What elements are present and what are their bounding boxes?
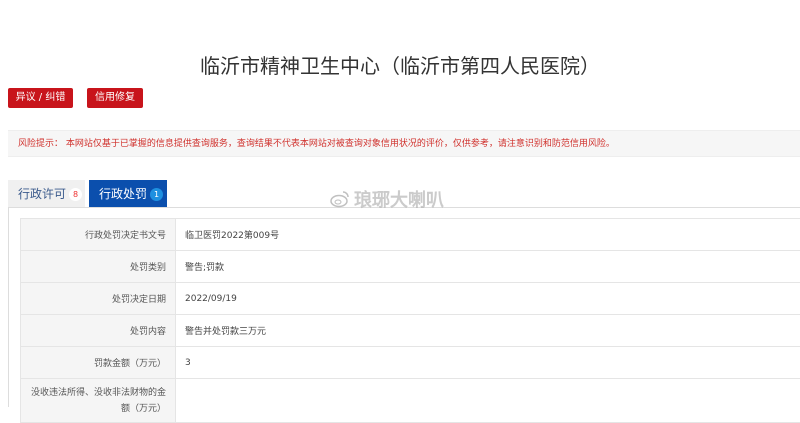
row-label: 没收违法所得、没收非法财物的金额（万元） <box>21 379 176 423</box>
page-title: 临沂市精神卫生中心（临沂市第四人民医院） <box>0 50 800 79</box>
table-row: 没收违法所得、没收非法财物的金额（万元） <box>21 379 800 423</box>
tab-label: 行政处罚 <box>99 187 147 201</box>
row-value: 警告并处罚款三万元 <box>176 315 800 347</box>
row-value <box>176 379 800 423</box>
tab-label: 行政许可 <box>18 187 66 201</box>
count-badge: 8 <box>69 188 82 201</box>
row-label: 行政处罚决定书文号 <box>21 219 176 251</box>
weibo-icon <box>330 190 350 208</box>
row-value: 警告;罚款 <box>176 251 800 283</box>
penalty-detail-table: 行政处罚决定书文号临卫医罚2022第009号 处罚类别警告;罚款 处罚决定日期2… <box>20 218 800 423</box>
risk-notice: 风险提示： 本网站仅基于已掌握的信息提供查询服务，查询结果不代表本网站对被查询对… <box>8 130 800 157</box>
row-label: 处罚决定日期 <box>21 283 176 315</box>
row-value: 3 <box>176 347 800 379</box>
row-label: 处罚内容 <box>21 315 176 347</box>
table-row: 处罚类别警告;罚款 <box>21 251 800 283</box>
count-badge: 1 <box>150 188 163 201</box>
watermark-text: 琅琊大喇叭 <box>354 186 444 212</box>
objection-button[interactable]: 异议 / 纠错 <box>8 88 73 108</box>
row-value: 2022/09/19 <box>176 283 800 315</box>
table-row: 处罚内容警告并处罚款三万元 <box>21 315 800 347</box>
table-row: 行政处罚决定书文号临卫医罚2022第009号 <box>21 219 800 251</box>
table-row: 处罚决定日期2022/09/19 <box>21 283 800 315</box>
tab-administrative-license[interactable]: 行政许可8 <box>8 180 85 208</box>
row-label: 处罚类别 <box>21 251 176 283</box>
credit-repair-button[interactable]: 信用修复 <box>87 88 143 108</box>
row-label: 罚款金额（万元） <box>21 347 176 379</box>
tab-administrative-penalty[interactable]: 行政处罚1 <box>89 180 167 208</box>
watermark: 琅琊大喇叭 <box>330 186 444 212</box>
table-row: 罚款金额（万元）3 <box>21 347 800 379</box>
row-value: 临卫医罚2022第009号 <box>176 219 800 251</box>
